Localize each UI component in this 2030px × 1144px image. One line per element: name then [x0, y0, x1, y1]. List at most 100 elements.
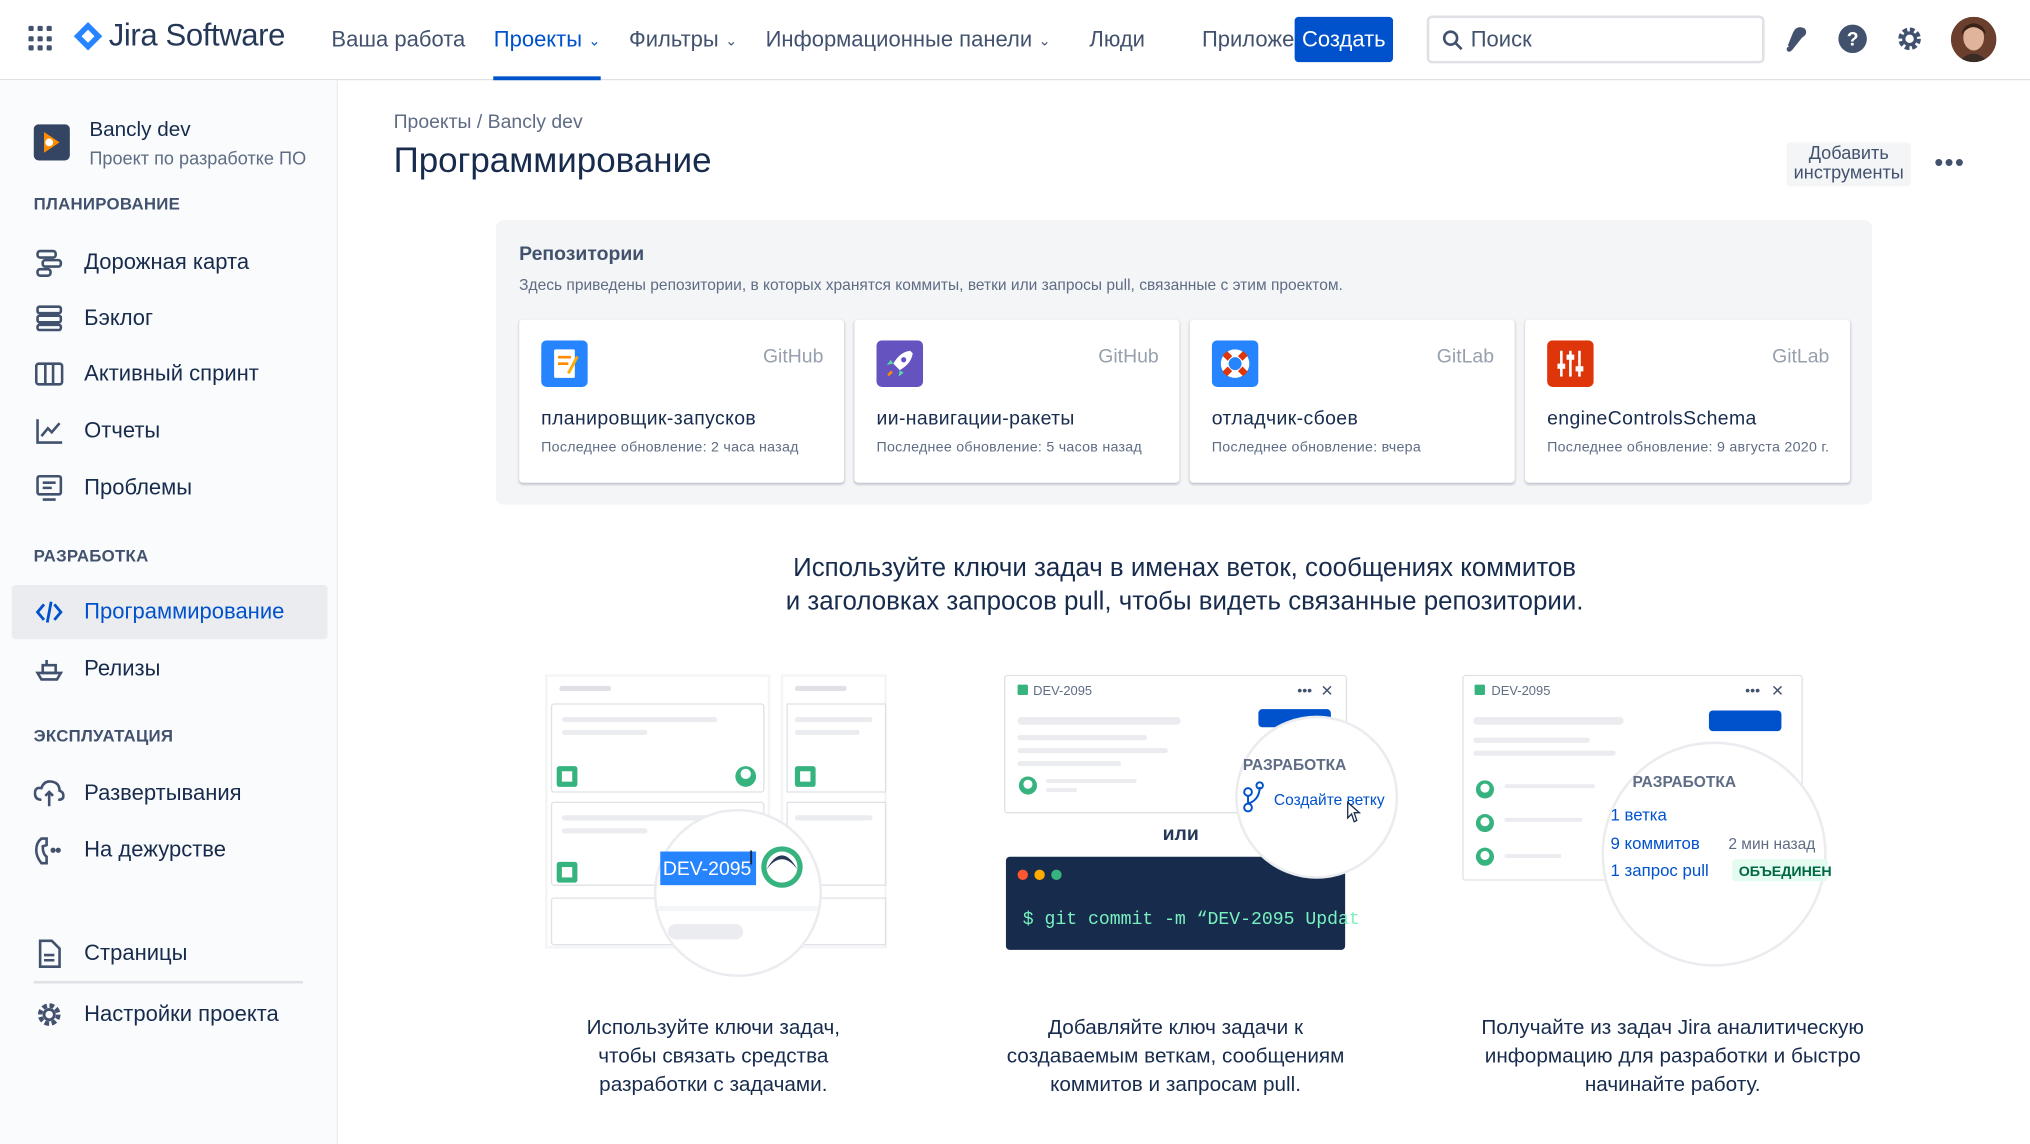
repo-name: engineControlsSchema — [1547, 407, 1757, 430]
nav-people[interactable]: Люди — [1089, 0, 1145, 80]
rocket-icon — [876, 340, 924, 387]
add-tools-button[interactable]: Добавить инструменты — [1786, 142, 1911, 187]
repositories-panel: Репозитории Здесь приведены репозитории,… — [495, 220, 1873, 505]
repositories-title: Репозитории — [519, 243, 645, 266]
sidebar-item-on-call[interactable]: На дежурстве — [12, 823, 328, 877]
illustration-branch-commit: DEV-2095 ••• ✕ или $ git commit -m “DEV-… — [1003, 674, 1399, 950]
sidebar-item-label: Проблемы — [84, 474, 193, 500]
chevron-down-icon: ⌄ — [1038, 33, 1051, 49]
or-label: или — [1163, 823, 1199, 845]
notifications-icon[interactable] — [1783, 23, 1811, 54]
repo-updated: Последнее обновление: 9 августа 2020 г. — [1547, 440, 1830, 456]
project-header[interactable]: Bancly dev Проект по разработке ПО — [33, 119, 306, 168]
project-type: Проект по разработке ПО — [89, 147, 307, 169]
caption-line: разработки с задачами. — [599, 1074, 828, 1097]
sidebar-item-label: Развертывания — [84, 780, 242, 805]
nav-filters[interactable]: Фильтры ⌄ — [629, 0, 737, 80]
create-branch-link: Создайте ветку — [1274, 792, 1385, 809]
nav-label: Люди — [1089, 27, 1145, 52]
git-command: $ git commit -m “DEV-2095 Updat — [1023, 910, 1360, 930]
repo-card[interactable]: GitLab отладчик-сбоев Последнее обновлен… — [1189, 319, 1515, 483]
sidebar-item-active-sprint[interactable]: Активный спринт — [12, 347, 328, 401]
section-operations-heading: ЭКСПЛУАТАЦИЯ — [33, 726, 174, 746]
lifebuoy-icon — [1211, 340, 1259, 387]
project-avatar-icon — [33, 124, 70, 161]
app-switcher-icon[interactable] — [28, 25, 54, 52]
illustration-dev-insights: DEV-2095 ••• ✕ РАЗРАБОТКА 1 ветка 9 комм… — [1462, 674, 1832, 967]
svg-text:✕: ✕ — [1321, 683, 1334, 700]
more-actions-icon[interactable]: ••• — [1934, 149, 1965, 179]
breadcrumb[interactable]: Проекты / Bancly dev — [394, 111, 583, 133]
caption-link-keys: Используйте ключи задач, чтобы связать с… — [544, 1015, 883, 1100]
sidebar-item-backlog[interactable]: Бэклог — [12, 291, 328, 345]
sidebar-item-deployments[interactable]: Развертывания — [12, 766, 328, 820]
sidebar-divider — [33, 980, 303, 984]
branch-count: 1 ветка — [1611, 805, 1668, 824]
sidebar-item-label: Страницы — [84, 940, 188, 966]
create-button[interactable]: Создать — [1294, 16, 1394, 63]
sliders-icon — [1547, 340, 1594, 387]
user-avatar[interactable] — [1951, 16, 1997, 63]
sidebar-item-label: Дорожная карта — [84, 249, 250, 275]
settings-gear-icon[interactable] — [1894, 23, 1925, 54]
sidebar-item-releases[interactable]: Релизы — [12, 642, 328, 696]
sidebar-item-code[interactable]: Программирование — [11, 584, 328, 640]
section-development-heading: РАЗРАБОТКА — [33, 546, 149, 566]
sidebar-item-label: Бэклог — [84, 305, 154, 331]
sidebar-item-reports[interactable]: Отчеты — [12, 404, 328, 458]
nav-dashboards[interactable]: Информационные панели ⌄ — [766, 0, 1051, 80]
caption-line: Добавляйте ключ задачи к — [1048, 1017, 1304, 1040]
section-planning-heading: ПЛАНИРОВАНИЕ — [33, 194, 181, 214]
commit-time: 2 мин назад — [1728, 836, 1815, 853]
repo-card[interactable]: GitLab engineControlsSchema Последнее об… — [1525, 319, 1851, 483]
chevron-down-icon: ⌄ — [588, 33, 601, 49]
sidebar-item-label: Активный спринт — [84, 361, 259, 386]
sidebar-item-label: Релизы — [84, 656, 161, 681]
jira-diamond-icon — [73, 22, 103, 51]
svg-text:I: I — [748, 846, 754, 869]
chart-line-icon — [34, 415, 65, 446]
repo-source: GitLab — [1436, 345, 1495, 368]
caption-line: чтобы связать средства — [598, 1045, 829, 1068]
project-name: Bancly dev — [89, 119, 191, 142]
ship-icon — [34, 654, 65, 685]
repo-updated: Последнее обновление: 5 часов назад — [876, 440, 1143, 456]
search-input[interactable]: Поиск — [1426, 15, 1765, 64]
promo-line: Используйте ключи задач в именах веток, … — [793, 553, 1577, 583]
jira-logo[interactable]: Jira Software — [72, 18, 285, 54]
sidebar-item-project-settings[interactable]: Настройки проекта — [12, 987, 328, 1041]
caption-dev-insights: Получайте из задач Jira аналитическую ин… — [1458, 1015, 1888, 1100]
gear-icon — [34, 999, 65, 1030]
nav-projects[interactable]: Проекты ⌄ — [493, 0, 602, 81]
illustration-link-keys: DEV-2095 I — [545, 674, 887, 978]
repositories-description: Здесь приведены репозитории, в которых х… — [519, 275, 1343, 294]
sidebar-item-pages[interactable]: Страницы — [12, 927, 328, 981]
svg-text:•••: ••• — [1297, 683, 1312, 699]
promo-heading: Используйте ключи задач в именах веток, … — [673, 551, 1696, 618]
issue-key-label: DEV-2095 — [663, 858, 751, 880]
board-icon — [34, 358, 65, 389]
repo-source: GitHub — [1098, 345, 1159, 368]
issues-monitor-icon — [34, 472, 65, 503]
issue-key-label: DEV-2095 — [1033, 683, 1092, 698]
caption-line: Используйте ключи задач, — [586, 1017, 841, 1040]
nav-label: Проекты — [493, 27, 583, 52]
repo-name: отладчик-сбоев — [1211, 407, 1359, 430]
repo-card[interactable]: GitHub планировщик-запусков Последнее об… — [519, 319, 845, 483]
code-icon — [34, 597, 65, 628]
caption-line: коммитов и запросам pull. — [1050, 1074, 1301, 1097]
sidebar-item-issues[interactable]: Проблемы — [12, 461, 328, 515]
issue-key-label: DEV-2095 — [1491, 683, 1550, 698]
commit-count: 9 коммитов — [1611, 834, 1700, 853]
roadmap-icon — [34, 247, 65, 278]
help-icon[interactable]: ? — [1837, 23, 1868, 54]
repo-card[interactable]: GitHub ии-навигации-ракеты Последнее обн… — [854, 319, 1180, 483]
notepad-icon — [541, 340, 588, 387]
svg-text:✕: ✕ — [1771, 683, 1784, 700]
phone-icon — [34, 835, 65, 866]
caption-line: начинайте работу. — [1584, 1074, 1761, 1097]
project-sidebar: Bancly dev Проект по разработке ПО ПЛАНИ… — [0, 80, 338, 1144]
repo-updated: Последнее обновление: вчера — [1211, 440, 1422, 456]
nav-your-work[interactable]: Ваша работа — [331, 0, 465, 80]
sidebar-item-roadmap[interactable]: Дорожная карта — [12, 236, 328, 290]
